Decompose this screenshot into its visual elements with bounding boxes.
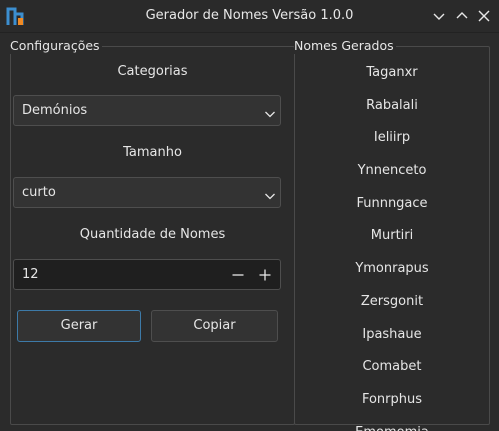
list-item: Taganxr: [366, 65, 418, 80]
title-bar: Gerador de Nomes Versão 1.0.0: [0, 0, 499, 33]
list-item: Funnngace: [356, 195, 428, 211]
quantity-value[interactable]: 12: [22, 260, 39, 290]
output-group: Nomes Gerados Taganxr Rabalali Ieliirp Y…: [294, 38, 490, 431]
list-item: Fonrphus: [361, 391, 423, 407]
plus-icon[interactable]: [256, 266, 274, 284]
list-item: Murtiri: [370, 228, 414, 244]
size-value: curto: [22, 185, 56, 200]
config-group-title: Configurações: [10, 38, 102, 54]
list-item: Zersgonit: [360, 293, 424, 309]
quantity-label: Quantidade de Nomes: [79, 227, 226, 242]
category-value: Demónios: [22, 103, 88, 118]
size-select[interactable]: curto: [13, 177, 281, 208]
config-group: Configurações Categorias Demónios Tamanh…: [10, 38, 295, 425]
categories-label: Categorias: [117, 64, 188, 79]
window-title: Gerador de Nomes Versão 1.0.0: [145, 8, 354, 23]
generate-button[interactable]: Gerar: [17, 310, 141, 342]
generated-names-list: Taganxr Rabalali Ieliirp Ynnenceto Funnn…: [295, 57, 489, 431]
list-item: Rabalali: [366, 97, 418, 113]
list-item: Ipashaue: [362, 326, 422, 342]
list-item: Comabet: [362, 359, 422, 375]
close-icon[interactable]: [475, 7, 493, 25]
minus-icon[interactable]: [229, 266, 247, 284]
chevron-down-icon: [264, 187, 276, 200]
maximize-icon[interactable]: [453, 7, 471, 25]
minimize-icon[interactable]: [430, 7, 448, 25]
list-item: Emomomia: [295, 417, 489, 431]
copy-button[interactable]: Copiar: [151, 310, 278, 342]
list-item: Ymonrapus: [355, 261, 429, 277]
app-window: Gerador de Nomes Versão 1.0.0 Configuraç…: [0, 0, 499, 431]
list-item: Ynnenceto: [357, 163, 427, 179]
list-item: Ieliirp: [373, 130, 411, 146]
size-label: Tamanho: [123, 145, 182, 160]
category-select[interactable]: Demónios: [13, 95, 281, 126]
chevron-down-icon: [264, 105, 276, 118]
quantity-stepper[interactable]: 12: [13, 259, 281, 290]
output-group-title: Nomes Gerados: [294, 38, 396, 54]
